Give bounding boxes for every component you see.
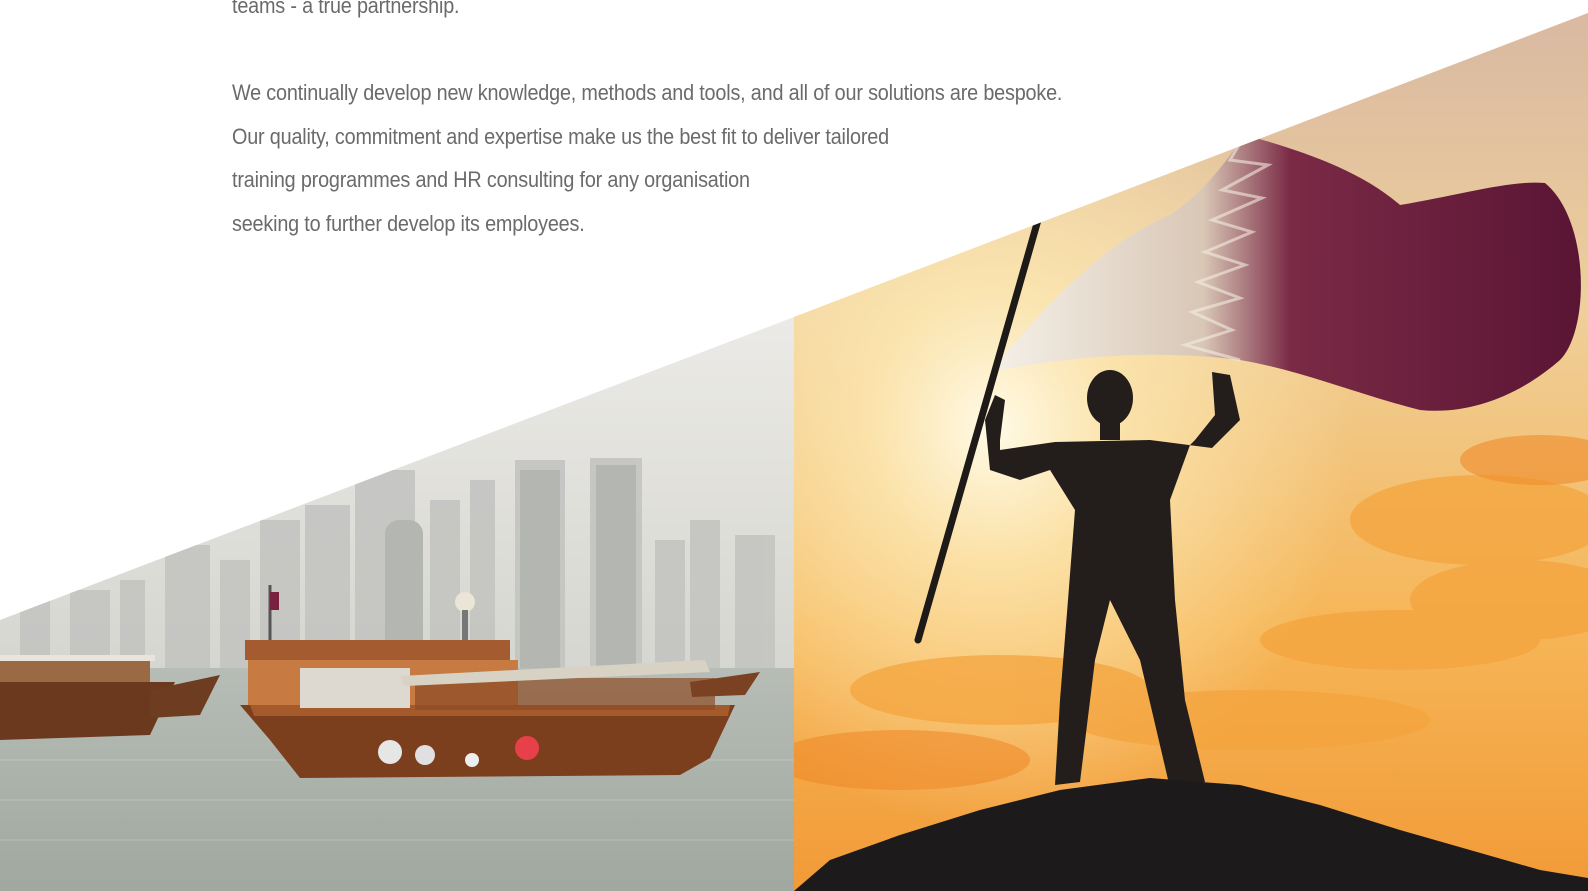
- page: teams - a true partnership. We continual…: [0, 0, 1588, 891]
- intro-line: training programmes and HR consulting fo…: [232, 167, 750, 192]
- intro-line: We continually develop new knowledge, me…: [232, 80, 1063, 105]
- intro-text: teams - a true partnership. We continual…: [232, 0, 1132, 245]
- doha-dhow-photo: [0, 317, 794, 891]
- intro-line: seeking to further develop its employees…: [232, 210, 585, 236]
- intro-line: Our quality, commitment and expertise ma…: [232, 123, 889, 149]
- intro-line: teams - a true partnership.: [232, 0, 460, 18]
